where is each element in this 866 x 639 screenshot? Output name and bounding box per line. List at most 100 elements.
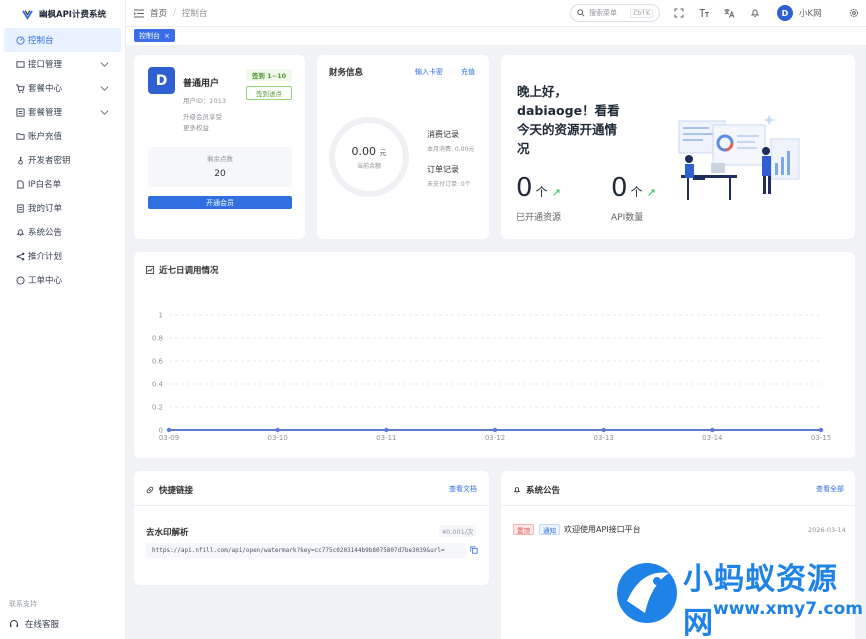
x-tick-label: 03-11 — [376, 434, 396, 442]
sidebar-item-recharge[interactable]: 账户充值 — [0, 124, 125, 148]
balance-label: 当前余额 — [356, 162, 381, 170]
key-icon — [15, 155, 25, 165]
watermark: 小蚂蚁资源网 www.xmy7.com — [611, 551, 866, 639]
balance-value: 0.00 元 — [352, 145, 387, 158]
balance-amount: 0.00 — [351, 144, 377, 158]
finance-title: 财务信息 — [329, 68, 364, 78]
online-service-label: 在线客服 — [25, 620, 60, 630]
quick-links-title: 快捷链接 — [159, 486, 194, 496]
announcement-text[interactable]: 欢迎使用API接口平台 — [564, 524, 641, 535]
finance-card: 财务信息 输入卡密 充值 0.00 元 当前余额 消费记录 本月消费: 0.00… — [317, 55, 489, 239]
bell-icon — [513, 487, 521, 494]
api-unit: 个 — [630, 185, 643, 199]
user-id: 用户ID：1013 — [183, 97, 226, 105]
breadcrumb-home[interactable]: 首页 — [150, 7, 167, 19]
x-tick-label: 03-15 — [811, 434, 831, 442]
upgrade-hint-line: 升级会员享受 — [183, 113, 222, 121]
resources-count: 0 — [516, 173, 533, 203]
points-label: 剩余点数 — [207, 155, 233, 163]
sidebar-item-developer-key[interactable]: 开发者密钥 — [0, 148, 125, 172]
usage-chart-card: 近七日调用情况 0 0.2 0.4 0.6 0.8 1 03-09 03-10 03-11 03-… — [134, 252, 855, 458]
online-service-link[interactable]: 在线客服 — [9, 618, 59, 630]
search-input[interactable]: 搜索菜单 Ctrl K — [570, 4, 660, 22]
sidebar: 幽枫API计费系统 控制台 接口管理 套餐中心 套餐管理 账户充值 开发者密钥 — [0, 0, 126, 639]
sidebar-item-ip-whitelist[interactable]: IP白名单 — [0, 172, 125, 196]
dashboard-icon — [15, 35, 25, 45]
breadcrumb: 首页 / 控制台 — [134, 7, 207, 19]
copy-icon[interactable] — [470, 546, 478, 557]
trend-up-icon: ↗ — [646, 186, 656, 199]
enter-card-key-link[interactable]: 输入卡密 — [415, 67, 443, 77]
order-record-sub: 未支付订单: 0个 — [427, 181, 471, 188]
folder-icon — [15, 131, 25, 141]
app-title: 幽枫API计费系统 — [39, 10, 106, 20]
sidebar-item-announcements[interactable]: 系统公告 — [0, 220, 125, 244]
sidebar-item-package-center[interactable]: 套餐中心 — [0, 76, 125, 100]
user-name: 小K网 — [799, 9, 822, 19]
notification-bell-icon[interactable] — [749, 7, 761, 19]
avatar: D — [777, 5, 793, 21]
user-menu[interactable]: D 小K网 — [777, 5, 822, 21]
watermark-title: 小蚂蚁资源网 — [683, 562, 838, 639]
x-tick-label: 03-12 — [485, 434, 505, 442]
data-point — [710, 427, 715, 433]
font-size-icon[interactable] — [698, 7, 710, 19]
sidebar-item-label: 我的订单 — [28, 204, 63, 214]
chevron-down-icon — [100, 110, 109, 115]
notice-badge: 通知 — [539, 524, 560, 535]
quick-link-price: ¥0.001/次 — [439, 525, 477, 537]
fullscreen-icon[interactable] — [673, 7, 685, 19]
translate-icon[interactable] — [723, 7, 735, 19]
search-placeholder: 搜索菜单 — [589, 9, 617, 17]
recharge-link[interactable]: 充值 — [461, 67, 475, 77]
app-logo[interactable]: 幽枫API计费系统 — [0, 0, 125, 28]
api-stat: 0 个 ↗ — [611, 173, 656, 203]
sidebar-item-label: 系统公告 — [28, 228, 63, 238]
order-record-link[interactable]: 订单记录 — [427, 164, 459, 175]
menu-fold-icon[interactable] — [134, 9, 144, 18]
x-tick-label: 03-14 — [702, 434, 723, 442]
sidebar-menu: 控制台 接口管理 套餐中心 套餐管理 账户充值 开发者密钥 IP白名单 我的订单… — [0, 28, 125, 292]
sidebar-item-label: 套餐中心 — [28, 84, 63, 94]
close-icon[interactable]: × — [164, 32, 170, 40]
user-card: D 普通用户 用户ID：1013 升级会员享受 更多权益 签到 1~10 签到送… — [134, 55, 305, 239]
y-tick-label: 0.6 — [152, 358, 164, 366]
sidebar-item-my-orders[interactable]: 我的订单 — [0, 196, 125, 220]
balance-ring: 0.00 元 当前余额 — [329, 117, 409, 197]
points-box: 剩余点数 20 — [148, 147, 292, 187]
api-label: API数量 — [611, 213, 644, 223]
points-value: 20 — [214, 169, 226, 179]
sidebar-item-referral[interactable]: 推介计划 — [0, 244, 125, 268]
sidebar-item-interface[interactable]: 接口管理 — [0, 52, 125, 76]
link-icon — [146, 486, 154, 494]
view-all-link[interactable]: 查看全部 — [816, 484, 844, 494]
chevron-down-icon — [100, 62, 109, 67]
sign-in-badge: 签到 1~10 — [246, 69, 292, 81]
quick-link-url[interactable]: https://api.nfill.com/api/open/watermark… — [146, 543, 466, 558]
announcements-header: 系统公告 — [513, 484, 560, 496]
chat-icon — [15, 275, 25, 285]
sidebar-item-tickets[interactable]: 工单中心 — [0, 268, 125, 292]
consume-record-link[interactable]: 消费记录 — [427, 129, 459, 140]
quick-link-name: 去水印解析 — [146, 528, 189, 538]
divider — [134, 505, 489, 506]
tab-dashboard[interactable]: 控制台 × — [134, 29, 175, 42]
search-icon — [577, 9, 585, 17]
settings-gear-icon[interactable] — [848, 7, 860, 19]
api-count: 0 — [611, 173, 628, 203]
breadcrumb-current: 控制台 — [181, 9, 208, 19]
interface-icon — [15, 59, 25, 69]
y-tick-label: 0.2 — [152, 404, 163, 412]
data-point — [384, 427, 389, 433]
data-point — [275, 427, 280, 433]
sidebar-item-package-manage[interactable]: 套餐管理 — [0, 100, 125, 124]
user-level: 普通用户 — [183, 79, 220, 89]
sidebar-item-dashboard[interactable]: 控制台 — [4, 28, 121, 52]
bell-icon — [15, 227, 25, 237]
watermark-url: www.xmy7.com — [713, 599, 864, 619]
view-docs-link[interactable]: 查看文档 — [449, 484, 477, 494]
sign-in-button[interactable]: 签到送点 — [246, 86, 292, 100]
tab-bar: 控制台 × — [126, 27, 866, 45]
y-tick-label: 0.8 — [152, 335, 163, 343]
open-vip-button[interactable]: 开通会员 — [148, 196, 292, 209]
